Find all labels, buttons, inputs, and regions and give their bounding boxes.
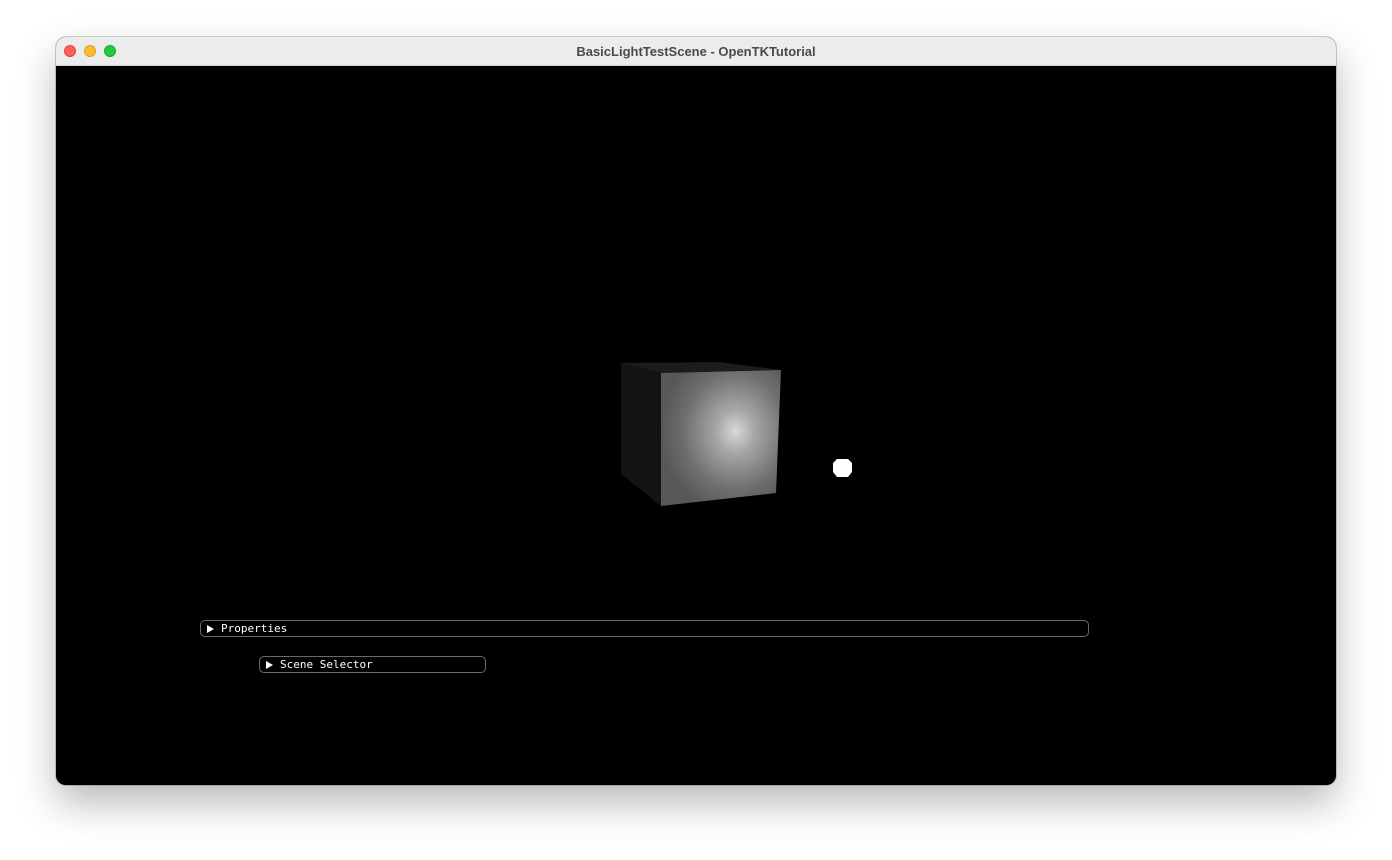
cube xyxy=(621,362,781,506)
app-window: BasicLightTestScene - OpenTKTutorial Pro xyxy=(56,37,1336,785)
cube-front-face xyxy=(661,370,781,506)
properties-label: Properties xyxy=(221,622,288,635)
scene-selector-label: Scene Selector xyxy=(280,658,373,671)
expand-arrow-icon xyxy=(266,661,273,669)
scene-selector-panel-header[interactable]: Scene Selector xyxy=(259,656,486,673)
window-title: BasicLightTestScene - OpenTKTutorial xyxy=(576,44,816,59)
expand-arrow-icon xyxy=(207,625,214,633)
render-viewport[interactable]: Properties Scene Selector xyxy=(56,66,1336,785)
title-bar[interactable]: BasicLightTestScene - OpenTKTutorial xyxy=(56,37,1336,66)
light-source-marker xyxy=(833,459,852,477)
properties-panel-header[interactable]: Properties xyxy=(200,620,1089,637)
scene-canvas xyxy=(621,362,852,506)
cube-left-face xyxy=(621,363,661,506)
